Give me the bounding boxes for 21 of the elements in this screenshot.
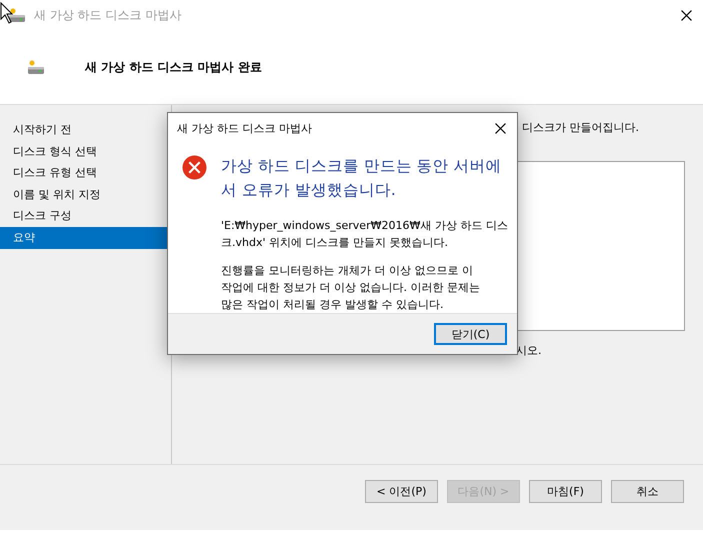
wizard-button[interactable]: 마침(F) xyxy=(529,480,602,503)
wizard-button[interactable]: 취소 xyxy=(611,480,684,503)
close-dialog-button[interactable]: 닫기(C) xyxy=(434,323,507,345)
error-heading: 가상 하드 디스크를 만드는 동안 서버에 서 오류가 발생했습니다. xyxy=(221,156,503,201)
sidebar-item[interactable]: 디스크 유형 선택 xyxy=(0,162,171,184)
sidebar-item[interactable]: 이름 및 위치 지정 xyxy=(0,184,171,206)
dialog-title: 새 가상 하드 디스크 마법사 xyxy=(177,121,313,136)
intro-text: 디스크가 만들어집니다. xyxy=(522,120,639,135)
sidebar-item[interactable]: 디스크 형식 선택 xyxy=(0,140,171,162)
error-icon xyxy=(182,155,207,180)
close-icon xyxy=(494,123,506,134)
window-title: 새 가상 하드 디스크 마법사 xyxy=(34,6,182,24)
instruction-text: 시오. xyxy=(516,343,542,358)
wizard-button[interactable]: < 이전(P) xyxy=(365,480,438,503)
disk-icon xyxy=(27,59,45,75)
page-heading: 새 가상 하드 디스크 마법사 완료 xyxy=(85,58,262,76)
error-message: 'E:₩hyper_windows_server₩2016₩새 가상 하드 디스 크.vhdx' 위치에 디스크를 만들지 못했습니다. xyxy=(221,218,508,251)
sidebar-item[interactable]: 디스크 구성 xyxy=(0,205,171,227)
sidebar-item[interactable]: 시작하기 전 xyxy=(0,119,171,141)
close-icon xyxy=(680,10,692,20)
error-message: 진행률을 모니터링하는 개체가 더 이상 없으므로 이 작업에 대한 정보가 더 이상 없습니다. 이러한 문제는 많은 작업이 처리될 경우 발생할 수 있습니다. xyxy=(221,263,481,313)
